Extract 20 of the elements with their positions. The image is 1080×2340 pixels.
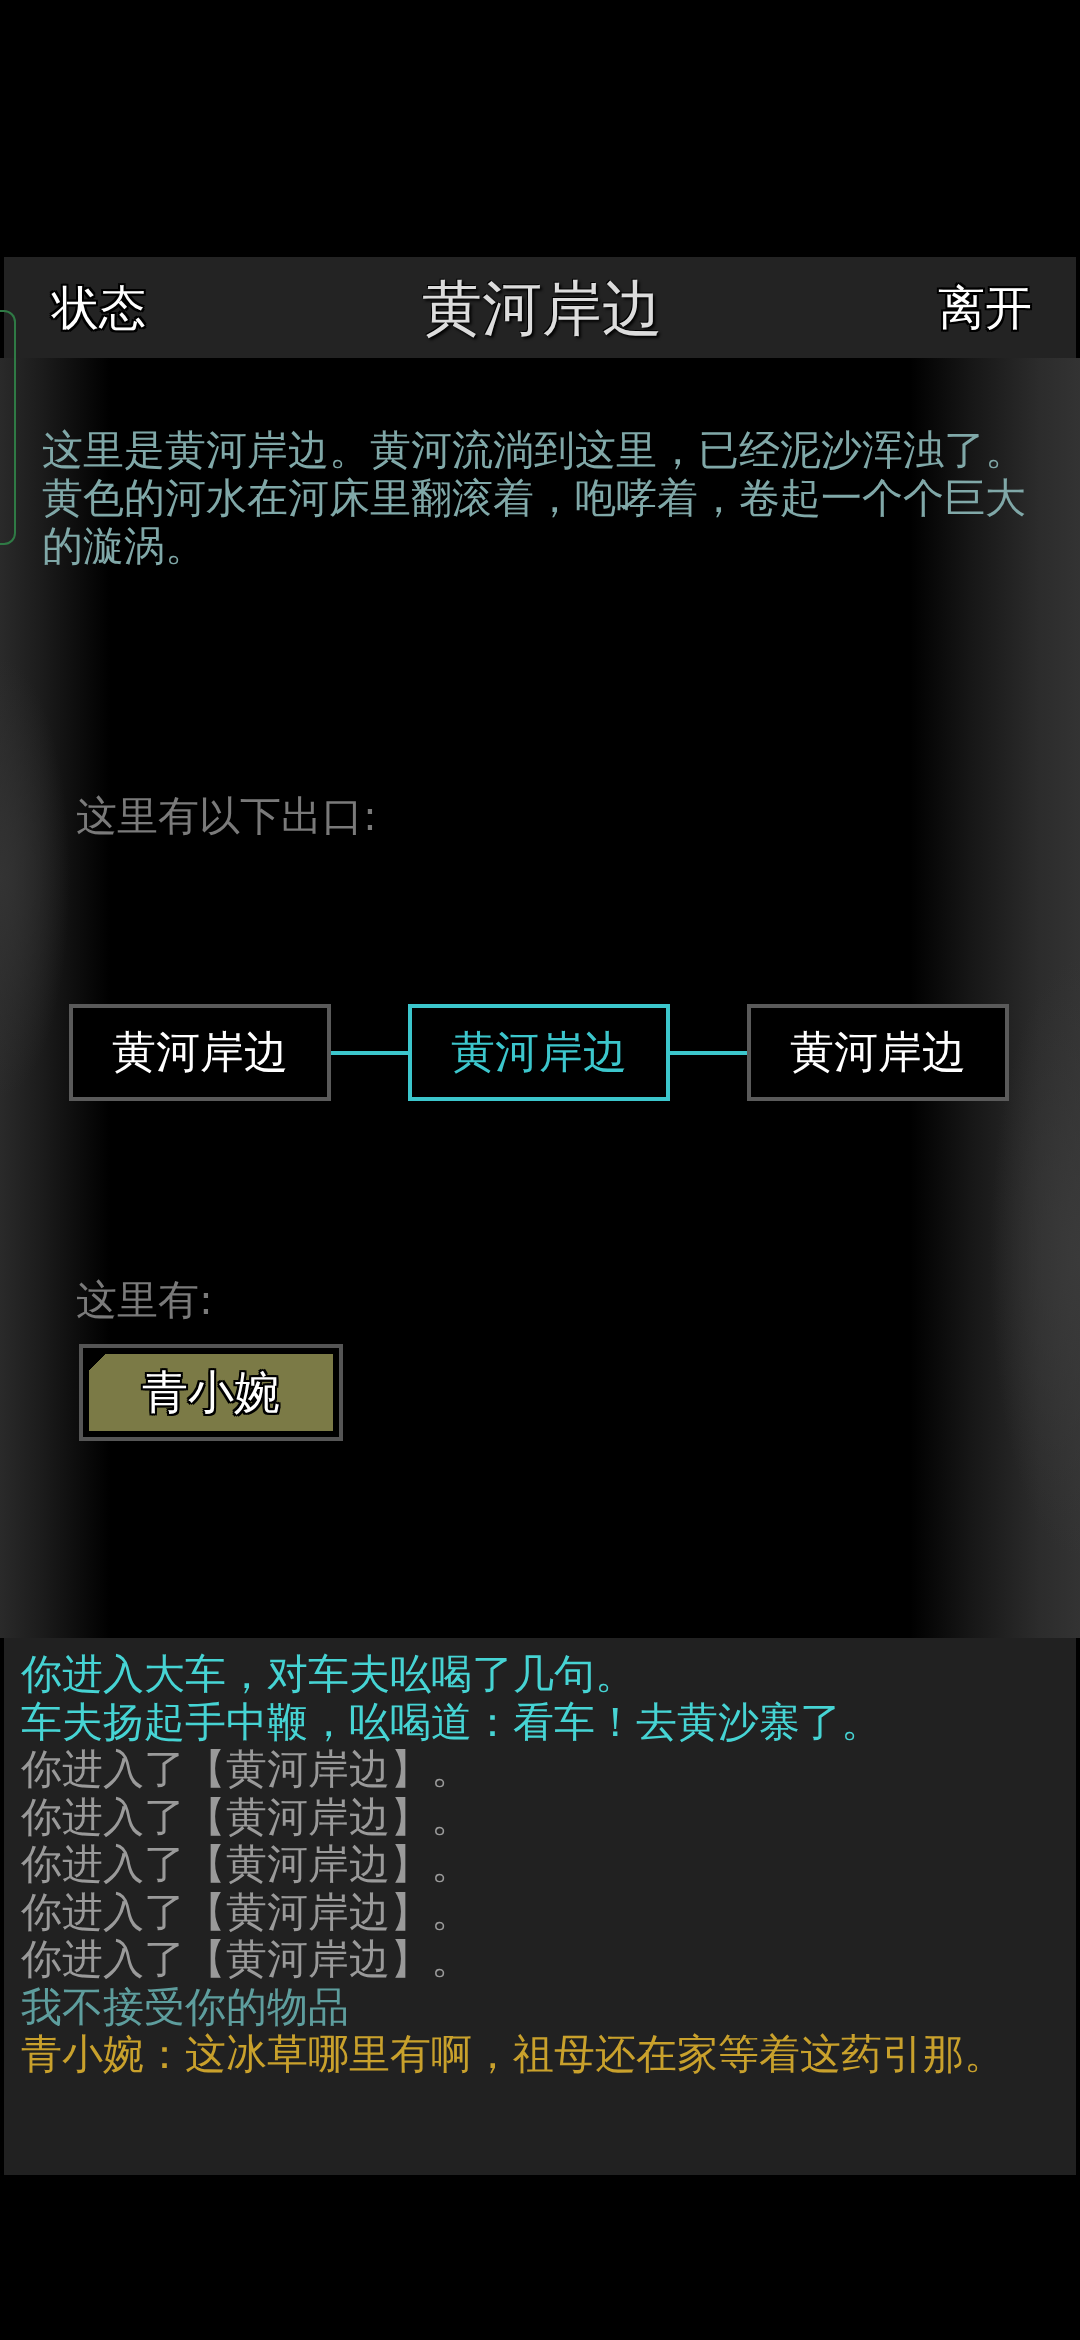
exit-button[interactable]: 黄河岸边 [408, 1004, 670, 1101]
location-description: 这里是黄河岸边。黄河流淌到这里，已经泥沙浑浊了。黄色的河水在河床里翻滚着，咆哮着，卷起一个个巨大的漩涡。 [42, 426, 1027, 570]
side-handle[interactable] [0, 310, 16, 545]
log-message: 你进入了【黄河岸边】。 [21, 1888, 472, 1936]
log-message: 你进入了【黄河岸边】。 [21, 1841, 472, 1889]
log-message: 车夫扬起手中鞭，吆喝道：看车！去黄沙寨了。 [21, 1698, 882, 1746]
exit-button[interactable]: 黄河岸边 [747, 1004, 1009, 1101]
log-message: 你进入大车，对车夫吆喝了几句。 [21, 1651, 636, 1699]
log-message: 青小婉：这冰草哪里有啊，祖母还在家等着这药引那。 [21, 2031, 1005, 2079]
log-message: 你进入了【黄河岸边】。 [21, 1746, 472, 1794]
exit-button[interactable]: 黄河岸边 [69, 1004, 331, 1101]
exits-label: 这里有以下出口: [76, 792, 377, 840]
location-title: 黄河岸边 [422, 272, 662, 343]
log-message: 我不接受你的物品 [21, 1983, 349, 2031]
log-message: 你进入了【黄河岸边】。 [21, 1793, 472, 1841]
status-button[interactable]: 状态 [52, 279, 146, 336]
occupants-label: 这里有: [76, 1276, 213, 1324]
leave-button[interactable]: 离开 [938, 279, 1032, 336]
log-message: 你进入了【黄河岸边】。 [21, 1936, 472, 1984]
npc-button[interactable]: 青小婉 [79, 1344, 343, 1441]
